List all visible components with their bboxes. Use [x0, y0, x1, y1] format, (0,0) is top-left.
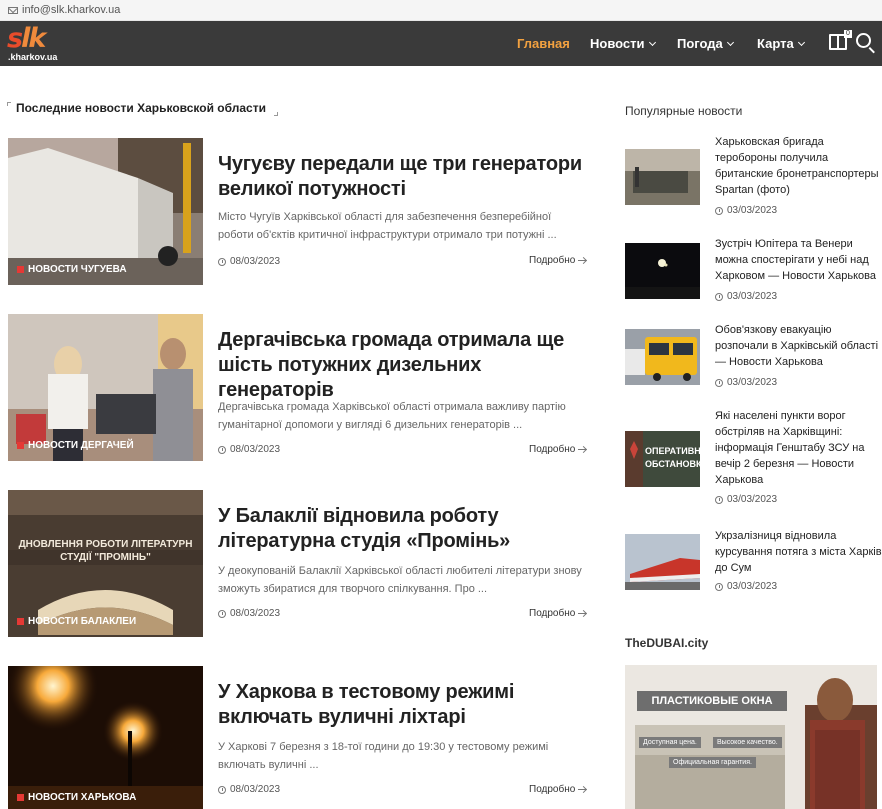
site-logo[interactable]: slk .kharkov.ua: [7, 23, 67, 62]
category-badge[interactable]: НОВОСТИ ХАРЬКОВА: [17, 792, 136, 803]
category-badge[interactable]: НОВОСТИ ДЕРГАЧЕЙ: [17, 440, 134, 451]
popular-thumbnail[interactable]: [625, 243, 700, 299]
thumbnail-caption: ОПЕРАТИВНА ОБСТАНОВКА: [645, 446, 700, 469]
advertisement-banner[interactable]: ПЛАСТИКОВЫЕ ОКНА Доступная цена. Высокое…: [625, 665, 877, 809]
arrow-right-icon: [578, 613, 587, 614]
article-thumbnail[interactable]: НОВОСТИ ДЕРГАЧЕЙ: [8, 314, 203, 461]
popular-thumbnail[interactable]: [625, 149, 700, 205]
popular-title[interactable]: Зустріч Юпітера та Венери можна спостері…: [715, 236, 882, 284]
clock-icon: [715, 495, 723, 504]
article-card: НОВОСТИ ДЕРГАЧЕЙ Дергачівська громада от…: [8, 314, 593, 462]
article-title[interactable]: Чугуєву передали ще три генератори велик…: [218, 152, 588, 202]
popular-date: 03/03/2023: [715, 494, 777, 505]
arrow-right-icon: [578, 449, 587, 450]
article-card: НОВОСТИ ХАРЬКОВА У Харкова в тестовому р…: [8, 666, 593, 809]
clock-icon: [218, 257, 226, 266]
topbar: info@slk.kharkov.ua: [0, 0, 882, 21]
popular-news-title: Популярные новости: [625, 104, 743, 118]
article-excerpt: У деокупованій Балаклії Харківської обла…: [218, 565, 582, 595]
clock-icon: [218, 609, 226, 618]
site-header: slk .kharkov.ua Главная Новости Погода К…: [0, 21, 882, 66]
chevron-down-icon: [648, 38, 656, 47]
article-excerpt: У Харкові 7 березня з 18-тої години до 1…: [218, 741, 549, 771]
clock-icon: [715, 378, 723, 387]
nav-item-map[interactable]: Карта: [757, 36, 805, 51]
popular-date: 03/03/2023: [715, 581, 777, 592]
popular-date: 03/03/2023: [715, 377, 777, 388]
read-more-link[interactable]: Подробно: [529, 255, 587, 266]
arrow-right-icon: [578, 260, 587, 261]
article-title[interactable]: У Харкова в тестовому режимі включать ву…: [218, 680, 588, 730]
contact-email[interactable]: info@slk.kharkov.ua: [22, 4, 120, 16]
article-date: 08/03/2023: [218, 608, 280, 619]
clock-icon: [218, 445, 226, 454]
mail-icon: [8, 6, 18, 14]
clock-icon: [218, 785, 226, 794]
ad-tag: Официальная гарантия.: [669, 757, 756, 768]
nav-item-news[interactable]: Новости: [590, 36, 656, 51]
article-date: 08/03/2023: [218, 256, 280, 267]
article-date: 08/03/2023: [218, 444, 280, 455]
chevron-down-icon: [726, 38, 734, 47]
article-thumbnail[interactable]: НОВОСТИ ЧУГУЕВА: [8, 138, 203, 285]
nav-item-home[interactable]: Главная: [517, 36, 570, 51]
popular-title[interactable]: Які населені пункти ворог обстріляв на Х…: [715, 408, 882, 488]
popular-title[interactable]: Обов'язкову евакуацію розпочали в Харків…: [715, 322, 882, 370]
clock-icon: [715, 206, 723, 215]
ad-tag: Доступная цена.: [639, 737, 701, 748]
read-more-link[interactable]: Подробно: [529, 444, 587, 455]
category-badge[interactable]: НОВОСТИ ЧУГУЕВА: [17, 264, 127, 275]
clock-icon: [715, 292, 723, 301]
article-card: ДНОВЛЕННЯ РОБОТИ ЛІТЕРАТУРН СТУДІЇ "ПРОМ…: [8, 490, 593, 638]
arrow-right-icon: [578, 789, 587, 790]
ad-tag: Высокое качество.: [713, 737, 782, 748]
search-icon[interactable]: [856, 33, 871, 48]
popular-date: 03/03/2023: [715, 291, 777, 302]
popular-thumbnail[interactable]: [625, 534, 700, 590]
read-more-link[interactable]: Подробно: [529, 784, 587, 795]
chevron-down-icon: [797, 38, 805, 47]
dubai-section-title: TheDUBAI.city: [625, 636, 709, 650]
bookmarks-icon[interactable]: 0: [829, 30, 852, 50]
article-excerpt: Місто Чугуїв Харківської області для заб…: [218, 211, 557, 241]
category-badge[interactable]: НОВОСТИ БАЛАКЛЕИ: [17, 616, 136, 627]
section-title: Последние новости Харьковской области: [16, 101, 266, 115]
popular-date: 03/03/2023: [715, 205, 777, 216]
read-more-link[interactable]: Подробно: [529, 608, 587, 619]
heading-corner: [274, 112, 278, 116]
article-title[interactable]: У Балаклії відновила роботу літературна …: [218, 504, 588, 554]
article-card: НОВОСТИ ЧУГУЕВА Чугуєву передали ще три …: [8, 138, 593, 286]
popular-thumbnail[interactable]: ОПЕРАТИВНА ОБСТАНОВКА: [625, 431, 700, 487]
article-date: 08/03/2023: [218, 784, 280, 795]
article-thumbnail[interactable]: ДНОВЛЕННЯ РОБОТИ ЛІТЕРАТУРН СТУДІЇ "ПРОМ…: [8, 490, 203, 637]
article-title[interactable]: Дергачівська громада отримала ще шість п…: [218, 328, 588, 403]
popular-title[interactable]: Укрзалізниця відновила курсування потяга…: [715, 528, 882, 576]
clock-icon: [715, 582, 723, 591]
article-excerpt: Дергачівська громада Харківської області…: [218, 401, 566, 431]
popular-title[interactable]: Харьковская бригада теробороны получила …: [715, 134, 882, 198]
popular-thumbnail[interactable]: [625, 329, 700, 385]
article-thumbnail[interactable]: НОВОСТИ ХАРЬКОВА: [8, 666, 203, 809]
ad-headline: ПЛАСТИКОВЫЕ ОКНА: [637, 691, 787, 711]
thumbnail-caption: ДНОВЛЕННЯ РОБОТИ ЛІТЕРАТУРН СТУДІЇ "ПРОМ…: [18, 539, 193, 563]
nav-item-weather[interactable]: Погода: [677, 36, 734, 51]
